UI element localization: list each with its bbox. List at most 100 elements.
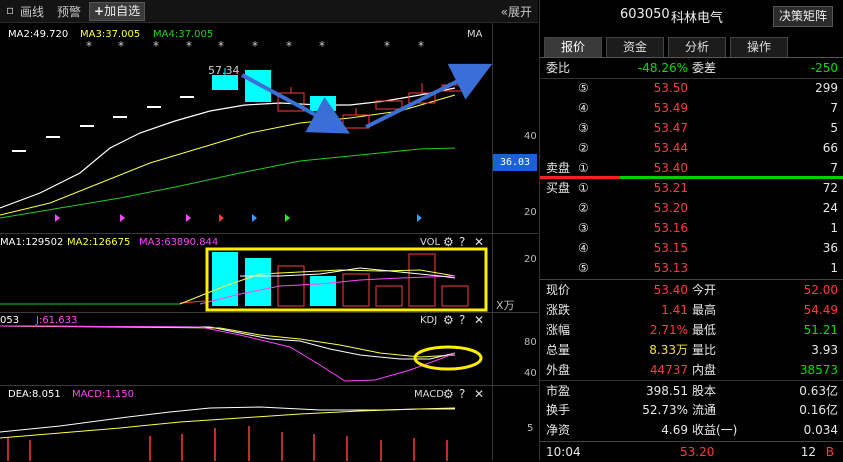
buy-row-4: ④ 53.15 36: [540, 238, 843, 258]
kdj-svg: [0, 325, 483, 382]
buy-row-1: 买盘 ① 53.21 72: [540, 178, 843, 198]
macd-separator: [0, 385, 538, 386]
stat-label: 外盘: [546, 363, 571, 377]
tab-quote[interactable]: 报价: [544, 37, 602, 57]
add-favorite-button[interactable]: +加自选: [89, 2, 146, 21]
stat-value: 398.51: [646, 384, 688, 398]
svg-text:*: *: [319, 39, 325, 53]
sell-price: 53.49: [653, 101, 688, 115]
sell-row-5: ⑤ 53.50 299: [540, 78, 843, 98]
buy-level: ⑤: [578, 261, 589, 275]
buy-volume: 24: [822, 201, 838, 215]
expand-button[interactable]: «展开: [501, 3, 532, 20]
decision-matrix-button[interactable]: 决策矩阵: [773, 6, 834, 27]
up-arrow: [365, 63, 492, 129]
stats-row: 换手 52.73% 流通 0.16亿: [540, 400, 843, 420]
stat-label: 现价: [546, 283, 571, 297]
candle-4: [310, 96, 336, 111]
sell-volume: 5: [830, 121, 838, 135]
draw-line-button[interactable]: 画线: [20, 3, 44, 20]
draw-line-icon[interactable]: ▫: [6, 3, 14, 17]
svg-text:*: *: [418, 39, 424, 53]
sell-row-2: ② 53.44 66: [540, 138, 843, 158]
svg-text:*: *: [86, 39, 92, 53]
stat-label: 量比: [692, 343, 717, 357]
vol-bar-2: [245, 258, 271, 306]
tab-operation[interactable]: 操作: [730, 37, 788, 57]
stat-value: 38573: [799, 363, 838, 377]
buy-price: 53.21: [653, 181, 688, 195]
stat-label: 今开: [692, 283, 717, 297]
tab-analysis[interactable]: 分析: [668, 37, 726, 57]
sell-level: ⑤: [578, 81, 589, 95]
stat-value: 53.40: [653, 283, 688, 297]
sell-price: 53.47: [653, 121, 688, 135]
buy-volume: 72: [822, 181, 838, 195]
sell-volume: 7: [830, 101, 838, 115]
stock-header: 603050 科林电气 决策矩阵: [540, 0, 843, 30]
stat-value: 54.49: [803, 303, 838, 317]
sell-volume: 7: [830, 161, 838, 175]
buy-volume: 1: [830, 261, 838, 275]
double-chevron-left-icon: «: [500, 5, 508, 19]
sell-row-1: 卖盘 ① 53.40 7: [540, 158, 843, 178]
weibi-row: 委比 -48.26% 委差 -250: [540, 58, 843, 79]
macd-tick-5: 5: [527, 423, 534, 434]
stat-label: 市盈: [546, 384, 571, 398]
stat-label: 总量: [546, 343, 571, 357]
candle-6: [375, 100, 403, 110]
ma3-line: [0, 94, 456, 216]
stat-label: 收益(一): [692, 423, 738, 437]
quote-tabs: 报价 资金 分析 操作: [540, 37, 843, 58]
kdj-highlight-circle: [413, 345, 483, 371]
stats-row: 总量 8.33万 量比 3.93: [540, 340, 843, 360]
stats-row: 涨幅 2.71% 最低 51.21: [540, 320, 843, 340]
stat-label: 换手: [546, 403, 571, 417]
macd-histogram: [7, 426, 448, 461]
ma2-line: [0, 87, 456, 209]
buy-volume: 1: [830, 221, 838, 235]
alert-button[interactable]: 预警: [57, 3, 81, 20]
stock-name: 科林电气: [671, 11, 724, 26]
sell-level: ④: [578, 101, 589, 115]
stat-value: 0.63亿: [799, 384, 838, 398]
vol-tick-20: 20: [524, 254, 537, 265]
vol-unit: X万: [496, 299, 515, 312]
tick-row: 10:04 53.20 12 B: [540, 441, 843, 462]
stat-label: 股本: [692, 384, 717, 398]
stat-value: 52.00: [803, 283, 838, 297]
stat-value: 3.93: [811, 343, 838, 357]
buy-level: ③: [578, 221, 589, 235]
vol-svg: [0, 247, 488, 312]
chart-panel[interactable]: ▫ 画线 预警 +加自选 «展开 MA2:49.720 MA3:37.005 M…: [0, 0, 538, 461]
buy-row-3: ③ 53.16 1: [540, 218, 843, 238]
vol-separator: [0, 233, 538, 234]
vol-bar-5: [342, 273, 370, 307]
svg-text:*: *: [286, 39, 292, 53]
stat-value: 0.034: [803, 423, 838, 437]
stat-label: 流通: [692, 403, 717, 417]
buy-price: 53.20: [653, 201, 688, 215]
stats-row: 现价 53.40 今开 52.00: [540, 280, 843, 300]
svg-text:*: *: [186, 39, 192, 53]
stats-row: 市盈 398.51 股本 0.63亿: [540, 380, 843, 401]
stat-value: 4.69: [661, 423, 688, 437]
stats-row: 外盘 44737 内盘 38573: [540, 360, 843, 380]
quote-panel: 603050 科林电气 决策矩阵 报价 资金 分析 操作 委比 -48.26% …: [539, 0, 843, 461]
buy-level: ①: [578, 181, 589, 195]
buy-volume: 36: [822, 241, 838, 255]
stat-label: 最低: [692, 323, 717, 337]
buy-price: 53.13: [653, 261, 688, 275]
stat-label: 最高: [692, 303, 717, 317]
price-tick-40: 40: [524, 131, 537, 142]
vol-bar-4: [310, 276, 336, 306]
stat-label: 涨幅: [546, 323, 571, 337]
svg-text:*: *: [218, 39, 224, 53]
buy-label: 买盘: [546, 181, 571, 195]
price-tick-20: 20: [524, 207, 537, 218]
sell-row-4: ④ 53.49 7: [540, 98, 843, 118]
tab-funds[interactable]: 资金: [606, 37, 664, 57]
price-axis-line: [492, 23, 493, 461]
plus-icon: +: [94, 4, 105, 18]
buy-row-5: ⑤ 53.13 1: [540, 258, 843, 278]
